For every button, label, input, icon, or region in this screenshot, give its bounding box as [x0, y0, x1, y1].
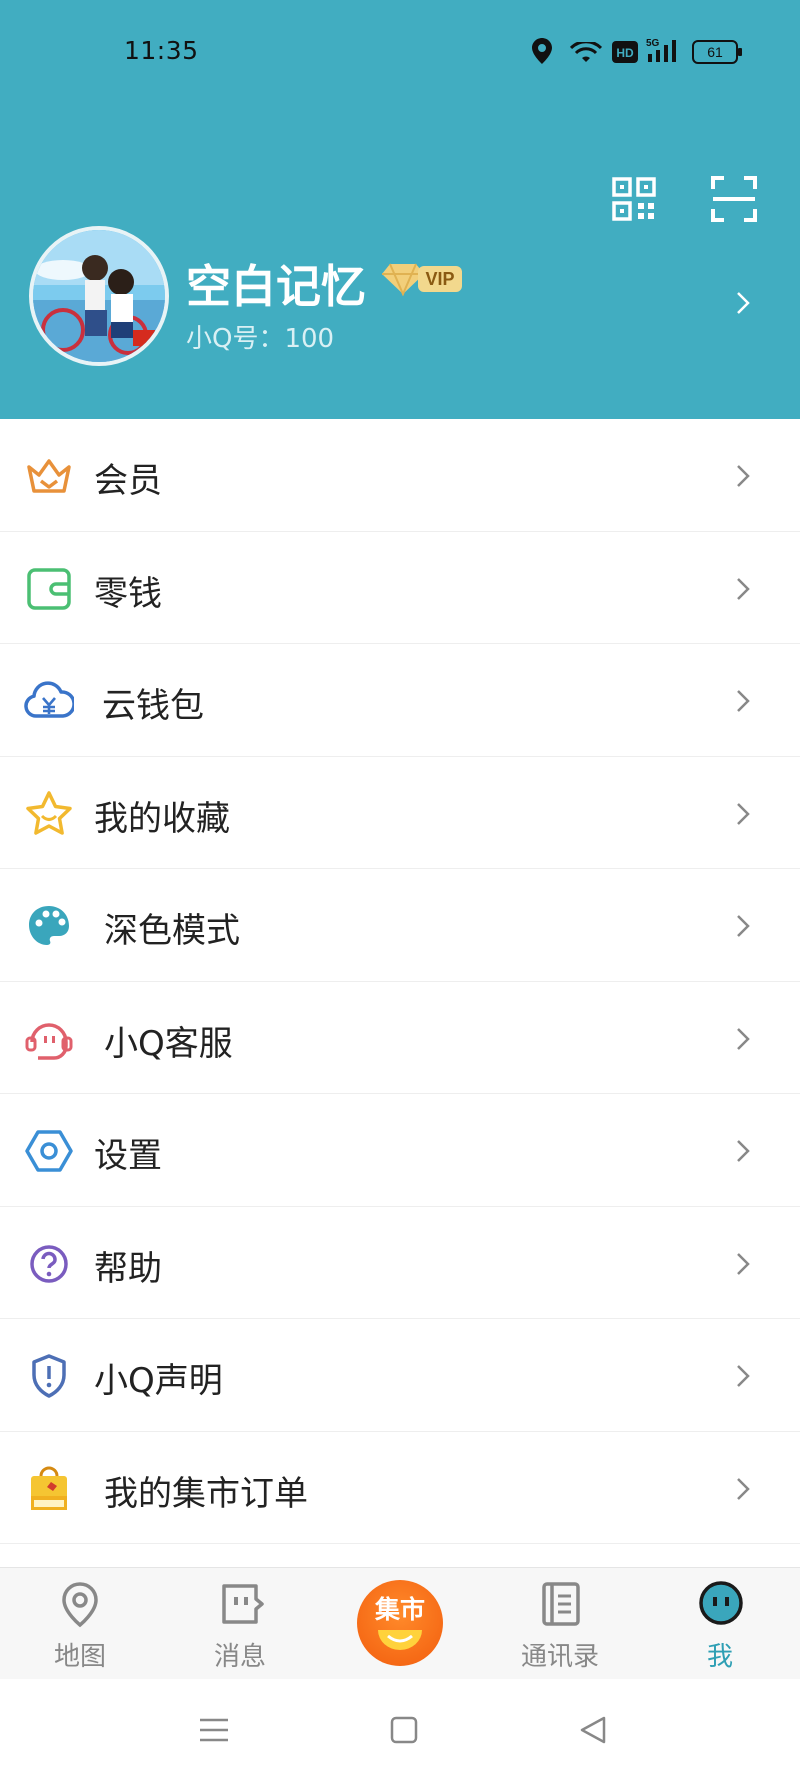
crown-icon — [27, 459, 71, 493]
qr-code-button[interactable] — [610, 175, 658, 223]
avatar-image — [33, 230, 165, 362]
chevron-right-icon — [737, 1140, 750, 1162]
system-navigation-bar — [0, 1680, 800, 1778]
market-bag-icon — [31, 1466, 67, 1510]
chevron-right-icon — [737, 577, 750, 600]
menu-item-dark-mode[interactable]: 深色模式 — [0, 869, 800, 982]
shield-icon — [32, 1354, 66, 1398]
scan-icon — [711, 176, 757, 222]
menu-item-label: 小Q声明 — [94, 1361, 223, 1401]
5g-signal-icon: 5G — [646, 38, 676, 62]
tab-label: 我 — [706, 1642, 733, 1672]
customer-service-icon — [25, 1022, 73, 1060]
menu-item-label: 零钱 — [94, 573, 162, 614]
wallet-icon — [27, 567, 71, 610]
chevron-right-icon — [737, 802, 750, 825]
menu-item-favorites[interactable]: 我的收藏 — [0, 756, 800, 869]
bottom-tab-bar: 地图 消息 集市 通讯录 我 — [0, 1567, 800, 1679]
menu-item-label: 深色模式 — [104, 911, 240, 951]
help-icon — [30, 1244, 68, 1283]
market-icon — [378, 1630, 422, 1650]
settings-hexagon-icon — [25, 1130, 73, 1172]
chevron-right-icon — [737, 1477, 750, 1500]
menu-item-membership[interactable]: 会员 — [0, 419, 800, 532]
profile-name: 空白记忆 — [186, 260, 367, 313]
contacts-icon — [542, 1582, 580, 1626]
location-icon — [532, 38, 552, 64]
menu-item-label: 设置 — [94, 1136, 162, 1176]
menu-icon[interactable] — [194, 1710, 234, 1750]
qr-code-icon — [612, 177, 656, 221]
tab-me[interactable]: 我 — [660, 1568, 780, 1680]
menu-item-label: 小Q客服 — [104, 1023, 233, 1064]
chevron-right-icon — [737, 915, 750, 937]
menu-item-help[interactable]: 帮助 — [0, 1206, 800, 1319]
profile-header: 11:35 HD 5G 61 空白记忆 VIP 小Q号：100 — [0, 0, 800, 419]
menu-item-label: 帮助 — [94, 1248, 162, 1289]
vip-badge[interactable]: VIP — [382, 260, 464, 298]
tab-market[interactable]: 集市 — [357, 1580, 443, 1666]
tab-label: 消息 — [213, 1642, 266, 1672]
message-icon — [222, 1584, 264, 1624]
chevron-right-icon — [737, 1365, 750, 1387]
menu-item-cloud-wallet[interactable]: 云钱包 — [0, 644, 800, 757]
menu-item-label: 我的集市订单 — [104, 1473, 308, 1514]
tab-label: 地图 — [53, 1642, 106, 1672]
vip-label: VIP — [418, 266, 462, 292]
qq-number: 小Q号：100 — [186, 324, 335, 354]
status-time: 11:35 — [124, 36, 199, 65]
menu-item-label: 会员 — [94, 461, 162, 501]
chevron-right-icon — [737, 690, 750, 712]
menu-item-settings[interactable]: 设置 — [0, 1094, 800, 1207]
tab-messages[interactable]: 消息 — [180, 1568, 300, 1680]
svg-text:HD: HD — [616, 46, 634, 60]
map-pin-icon — [62, 1582, 98, 1628]
svg-text:61: 61 — [707, 44, 723, 60]
menu-item-label: 云钱包 — [102, 686, 204, 726]
svg-text:5G: 5G — [646, 38, 660, 49]
chevron-right-icon — [737, 465, 750, 487]
star-icon — [26, 790, 72, 835]
market-label: 集市 — [374, 1595, 425, 1624]
cloud-wallet-icon — [24, 681, 74, 718]
settings-menu: 会员 零钱 云钱包 我的收藏 深色模式 小Q客服 设置 帮助 小Q声明 我的集市… — [0, 419, 800, 1544]
chevron-right-icon — [737, 1027, 750, 1050]
chevron-right-icon — [737, 1252, 750, 1275]
wifi-icon — [570, 42, 602, 62]
battery-icon: 61 — [692, 40, 742, 64]
tab-map[interactable]: 地图 — [20, 1568, 140, 1680]
tab-label: 通讯录 — [520, 1642, 599, 1672]
profile-face-icon — [699, 1581, 743, 1625]
palette-icon — [29, 906, 69, 945]
menu-item-change[interactable]: 零钱 — [0, 531, 800, 644]
menu-item-statement[interactable]: 小Q声明 — [0, 1319, 800, 1432]
tab-contacts[interactable]: 通讯录 — [500, 1568, 620, 1680]
avatar[interactable] — [29, 226, 169, 366]
back-icon[interactable] — [574, 1710, 614, 1750]
menu-item-market-orders[interactable]: 我的集市订单 — [0, 1431, 800, 1544]
home-icon[interactable] — [384, 1710, 424, 1750]
chevron-right-icon[interactable] — [733, 288, 753, 318]
hd-icon: HD — [612, 41, 638, 63]
menu-item-customer-service[interactable]: 小Q客服 — [0, 981, 800, 1094]
scan-button[interactable] — [710, 175, 758, 223]
menu-item-label: 我的收藏 — [94, 798, 230, 839]
status-icons: HD 5G 61 — [532, 38, 752, 68]
